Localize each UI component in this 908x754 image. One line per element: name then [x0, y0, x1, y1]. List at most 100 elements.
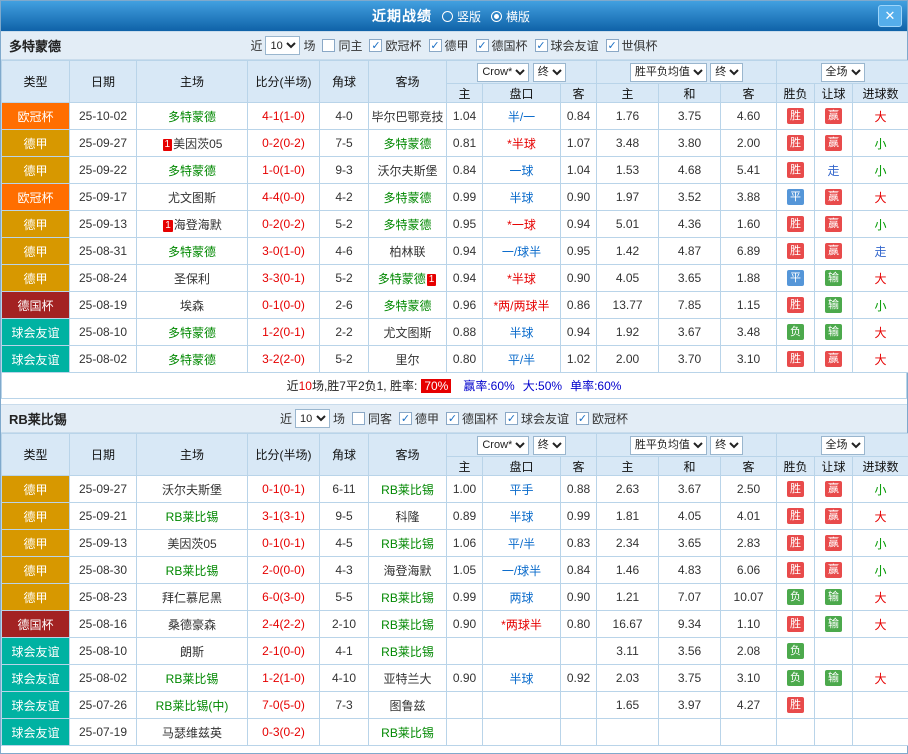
filter-checkbox[interactable]: ✓ [475, 39, 489, 52]
avg-time-select[interactable]: 终 [710, 435, 744, 455]
home-team-cell: 1 海登海默 [136, 210, 248, 238]
date-cell: 25-09-17 [69, 183, 137, 211]
odds-time-select[interactable]: 终 [532, 435, 566, 455]
summary-text: 单率:60% [570, 379, 622, 393]
scope-select[interactable]: 全场 [820, 435, 865, 455]
league-cell: 德甲 [1, 237, 70, 265]
handicap-label: 半球 [509, 671, 534, 686]
odds-home-cell: 0.96 [446, 291, 483, 319]
avg-draw-cell: 4.68 [658, 156, 722, 184]
odds-source-select[interactable]: Crow* [477, 435, 530, 455]
match-row: 德甲 25-09-27 沃尔夫斯堡 0-1(0-1) 6-11 RB莱比锡 1.00 平手 0.… [1, 475, 908, 503]
filter-checkbox[interactable]: ✓ [534, 39, 548, 52]
filter-checkbox[interactable]: ✓ [505, 412, 519, 425]
handicap-result-cell: 输 [814, 610, 854, 638]
odds-away-cell: 0.94 [559, 318, 598, 346]
handicap-cell [482, 718, 561, 746]
goals-result-cell: 大 [852, 318, 908, 346]
avg-source-select[interactable]: 胜平负均值 [629, 435, 707, 455]
layout-radio[interactable] [441, 10, 453, 22]
handicap-result-cell [814, 718, 854, 746]
league-cell: 球会友谊 [1, 691, 70, 719]
corner-cell: 4-1 [319, 637, 369, 665]
avg-home-cell: 1.97 [596, 183, 660, 211]
match-row: 球会友谊 25-07-19 马瑟维兹英 0-3(0-2) RB莱比锡 [1, 718, 908, 746]
summary-text: 大:50% [522, 379, 563, 393]
avg-away-cell: 2.08 [720, 637, 778, 665]
recent-count-select[interactable]: 10 [294, 409, 330, 428]
filter-checkbox[interactable]: ✓ [576, 412, 590, 425]
filter-checkbox[interactable]: ✓ [428, 39, 442, 52]
layout-radio-label[interactable]: 竖版 [457, 8, 481, 25]
scope-select[interactable]: 全场 [820, 62, 865, 82]
result-label: 走 [874, 244, 887, 259]
avg-time-select[interactable]: 终 [710, 62, 744, 82]
score-cell: 0-1(0-1) [247, 529, 320, 557]
handicap-label: 半球 [509, 325, 534, 340]
team-label: 多特蒙德 [167, 325, 216, 340]
team-label: RB莱比锡 [381, 590, 434, 605]
handicap-cell: *一球 [482, 210, 561, 238]
section-header: RB莱比锡 近 10 场同客 ✓ 德甲 ✓ 德国杯 ✓ 球会友谊 ✓ 欧冠杯 [1, 404, 907, 433]
away-team-cell: RB莱比锡 [368, 610, 447, 638]
team-label: 亚特兰大 [383, 671, 432, 686]
league-cell: 球会友谊 [1, 345, 70, 373]
avg-source-select[interactable]: 胜平负均值 [629, 62, 707, 82]
layout-radio-selected[interactable] [491, 10, 502, 22]
layout-radio-label[interactable]: 横版 [506, 8, 530, 25]
match-row: 德甲 25-08-30 RB莱比锡 2-0(0-0) 4-3 海登海默 1.05 一/球半 0.… [1, 556, 908, 584]
result-label: 赢 [825, 189, 843, 205]
avg-home-cell: 5.01 [596, 210, 660, 238]
filter-checkbox[interactable] [351, 412, 365, 425]
odds-away-cell: 1.07 [559, 129, 598, 157]
team-name: 多特蒙德 [9, 39, 62, 54]
goals-result-cell: 小 [852, 529, 908, 557]
col-avg-draw: 和 [658, 83, 722, 103]
score-cell: 2-4(2-2) [247, 610, 320, 638]
goals-result-cell: 大 [852, 502, 908, 530]
recent-count-select[interactable]: 10 [265, 36, 301, 55]
odds-home-cell: 0.89 [446, 502, 483, 530]
close-button[interactable]: ✕ [878, 5, 902, 27]
team-label: 海登海默 [383, 563, 432, 578]
col-avg-away: 客 [720, 456, 778, 476]
odds-time-select[interactable]: 终 [532, 62, 566, 82]
match-row: 欧冠杯 25-10-02 多特蒙德 4-1(1-0) 4-0 毕尔巴鄂竞技 1.04 半/一 0… [1, 102, 908, 130]
team-label: 尤文图斯 [167, 190, 216, 205]
away-team-cell: RB莱比锡 [368, 529, 447, 557]
result-label: 赢 [825, 351, 843, 367]
avg-home-cell: 1.21 [596, 583, 660, 611]
goals-result-cell: 小 [852, 475, 908, 503]
avg-draw-cell: 3.67 [658, 475, 722, 503]
team-label: 美因茨05 [167, 536, 217, 551]
handicap-cell: 一/球半 [482, 556, 561, 584]
filter-checkbox-label: 欧冠杯 [385, 39, 422, 53]
league-cell: 德国杯 [1, 610, 70, 638]
score-cell: 0-2(0-2) [247, 210, 320, 238]
col-date: 日期 [69, 433, 137, 476]
goals-result-cell: 小 [852, 291, 908, 319]
filter-checkbox-label: 球会友谊 [521, 412, 570, 426]
filter-checkbox[interactable]: ✓ [398, 412, 412, 425]
handicap-result-cell: 赢 [814, 237, 854, 265]
team-label: 埃森 [179, 298, 204, 313]
handicap-cell: *两/两球半 [482, 291, 561, 319]
result-cell: 平 [776, 183, 816, 211]
filter-checkbox[interactable]: ✓ [605, 39, 619, 52]
result-label: 大 [874, 671, 887, 686]
avg-draw-cell: 3.65 [658, 529, 722, 557]
team-label: 沃尔夫斯堡 [377, 163, 438, 178]
date-cell: 25-08-02 [69, 664, 137, 692]
handicap-cell: 半球 [482, 183, 561, 211]
filter-checkbox[interactable] [322, 39, 336, 52]
avg-away-cell: 1.88 [720, 264, 778, 292]
avg-away-cell [720, 718, 778, 746]
away-team-cell: RB莱比锡 [368, 583, 447, 611]
away-team-cell: 亚特兰大 [368, 664, 447, 692]
filter-checkbox[interactable]: ✓ [446, 412, 459, 425]
result-cell: 胜 [776, 291, 816, 319]
handicap-label: *一球 [507, 217, 536, 232]
filter-checkbox[interactable]: ✓ [369, 39, 383, 52]
odds-source-select[interactable]: Crow* [477, 62, 530, 82]
home-team-cell: 美因茨05 [136, 529, 248, 557]
